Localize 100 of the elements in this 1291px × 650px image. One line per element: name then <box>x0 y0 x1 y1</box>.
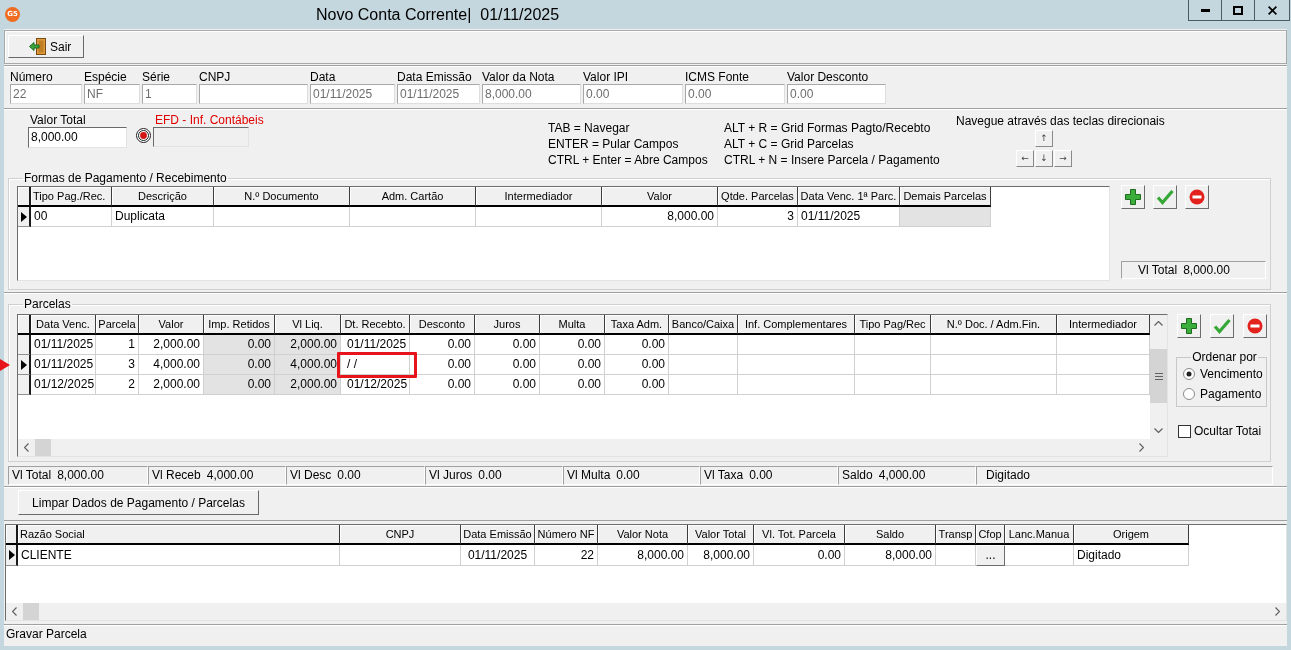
table-cell: 01/11/2025 <box>461 545 535 566</box>
arrow-key-button[interactable]: ↓ <box>1035 150 1053 167</box>
column-header[interactable]: Multa <box>540 315 605 335</box>
row-indicator-cell[interactable] <box>18 375 31 395</box>
arrow-key-button[interactable]: ← <box>1016 150 1034 167</box>
field-label: Data Emissão <box>397 70 473 84</box>
summary-label: Vl Multa <box>567 467 611 484</box>
row-header-corner <box>18 315 31 335</box>
confirm-button[interactable] <box>1153 185 1177 209</box>
column-header[interactable]: N.º Doc. / Adm.Fin. <box>931 315 1057 335</box>
column-header[interactable]: Imp. Retidos <box>204 315 275 335</box>
maximize-icon <box>1233 5 1243 15</box>
shortcut-hint: ENTER = Pular Campos <box>548 136 680 152</box>
navigation-hint: Navegue através das teclas direcionais <box>956 114 1165 128</box>
column-header[interactable]: Data Venc. 1ª Parc. <box>798 187 900 207</box>
exit-button[interactable]: Sair <box>8 35 84 58</box>
table-cell: 0.00 <box>605 375 669 395</box>
table-cell: 22 <box>535 545 598 566</box>
table-cell: 0.00 <box>754 545 845 566</box>
column-header[interactable]: Qtde. Parcelas <box>718 187 798 207</box>
minimize-button[interactable] <box>1188 0 1222 21</box>
chevron-down-icon <box>1154 428 1163 433</box>
table-cell: 0.00 <box>204 355 275 375</box>
table-cell: 3 <box>96 355 139 375</box>
add-button[interactable] <box>1121 185 1145 209</box>
table-cell: 01/11/2025 <box>31 335 96 355</box>
column-header[interactable]: Valor Nota <box>598 525 688 545</box>
column-header[interactable]: Tipo Pag/Rec <box>855 315 931 335</box>
scrollbar-thumb[interactable] <box>35 439 51 456</box>
row-header-corner <box>6 525 18 545</box>
table-cell: 0.00 <box>204 335 275 355</box>
checkmark-icon <box>1156 189 1174 205</box>
radio-button[interactable] <box>1183 368 1195 380</box>
arrow-key-button[interactable]: ↑ <box>1035 130 1053 147</box>
remove-button[interactable] <box>1185 185 1209 209</box>
column-header[interactable]: Intermediador <box>476 187 602 207</box>
column-header[interactable]: Razão Social <box>18 525 340 545</box>
remove-button[interactable] <box>1243 314 1267 338</box>
row-indicator-cell[interactable] <box>6 545 18 566</box>
horizontal-scrollbar[interactable] <box>18 439 1150 456</box>
target-icon[interactable] <box>136 128 151 143</box>
column-header[interactable]: Valor <box>139 315 204 335</box>
input-field[interactable]: 8,000.00 <box>28 127 127 148</box>
column-header[interactable]: Intermediador <box>1057 315 1150 335</box>
radio-button[interactable] <box>1183 388 1195 400</box>
column-header[interactable]: Vl. Tot. Parcela <box>754 525 845 545</box>
column-header[interactable]: Data Venc. <box>31 315 96 335</box>
input-field[interactable] <box>153 127 249 147</box>
column-header[interactable]: Origem <box>1074 525 1189 545</box>
column-header[interactable]: Desconto <box>410 315 475 335</box>
table-cell: 0.00 <box>540 375 605 395</box>
column-header[interactable]: Parcela <box>96 315 139 335</box>
ellipsis-button[interactable]: ... <box>976 545 1005 566</box>
table-cell: 0.00 <box>410 375 475 395</box>
total-value: 8,000.00 <box>1183 262 1230 278</box>
column-header[interactable]: Tipo Pag./Rec. <box>31 187 112 207</box>
column-header[interactable]: Dt. Recebto. <box>341 315 410 335</box>
vertical-scrollbar[interactable] <box>1150 315 1167 439</box>
checkbox[interactable] <box>1178 424 1191 438</box>
scrollbar-thumb[interactable] <box>1150 349 1167 403</box>
column-header[interactable]: N.º Documento <box>214 187 350 207</box>
column-header[interactable]: Data Emissão <box>461 525 535 545</box>
column-header[interactable]: Descrição <box>112 187 214 207</box>
checkbox-label: Ocultar Totai <box>1194 424 1262 438</box>
column-header[interactable]: Lanc.Manua <box>1005 525 1074 545</box>
table-cell: 0.00 <box>204 375 275 395</box>
column-header[interactable]: Vl Liq. <box>275 315 341 335</box>
summary-label: Vl Desc <box>290 467 332 484</box>
column-header[interactable]: Demais Parcelas <box>900 187 991 207</box>
column-header[interactable]: Cfop <box>976 525 1005 545</box>
column-header[interactable]: Banco/Caixa <box>669 315 738 335</box>
row-indicator-cell[interactable] <box>18 335 31 355</box>
column-header[interactable]: Valor Total <box>688 525 754 545</box>
column-header[interactable]: Transp <box>936 525 976 545</box>
column-header[interactable]: Juros <box>475 315 540 335</box>
row-indicator-cell[interactable] <box>18 207 31 227</box>
field-label: Espécie <box>84 70 128 84</box>
column-header[interactable]: Saldo <box>845 525 936 545</box>
horizontal-scrollbar[interactable] <box>6 603 1286 620</box>
row-header-corner <box>18 187 31 207</box>
column-header[interactable]: Número NF <box>535 525 598 545</box>
shortcut-hint: ALT + R = Grid Formas Pagto/Recebto <box>724 120 932 136</box>
close-button[interactable] <box>1254 0 1290 21</box>
column-header[interactable]: Adm. Cartão <box>350 187 476 207</box>
field-label: Valor da Nota <box>482 70 556 84</box>
column-header[interactable]: Inf. Complementares <box>738 315 855 335</box>
field-label: Número <box>10 70 54 84</box>
summary-label: Vl Receb <box>152 467 201 484</box>
column-header[interactable]: CNPJ <box>340 525 461 545</box>
add-button[interactable] <box>1177 314 1201 338</box>
clear-button[interactable]: Limpar Dados de Pagamento / Parcelas <box>18 490 259 515</box>
table-cell: 0.00 <box>605 355 669 375</box>
table-cell: 00 <box>31 207 112 227</box>
field-label: CNPJ <box>199 70 232 84</box>
confirm-button[interactable] <box>1210 314 1234 338</box>
arrow-key-button[interactable]: → <box>1054 150 1072 167</box>
column-header[interactable]: Valor <box>602 187 718 207</box>
table-cell: 2,000.00 <box>275 335 341 355</box>
scrollbar-thumb[interactable] <box>23 603 39 620</box>
column-header[interactable]: Taxa Adm. <box>605 315 669 335</box>
